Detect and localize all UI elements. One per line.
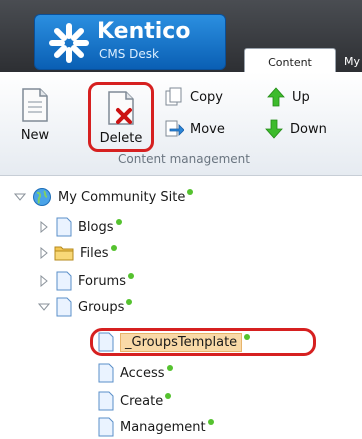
collapsed-arrow-icon[interactable] [38,247,50,259]
tree-item-groupstemplate[interactable]: _GroupsTemplate [98,331,251,353]
page-icon [56,297,72,317]
kentico-logo[interactable]: Kentico CMS Desk [34,14,226,70]
published-status-dot [115,219,122,225]
tree-root-node[interactable]: My Community Site [14,186,194,208]
move-button[interactable]: Move [164,118,225,140]
copy-button-label: Copy [190,89,223,105]
tree-item-label: Forums [78,273,126,289]
tree-item-files[interactable]: Files [38,242,117,264]
tree-item-label: Management [120,419,206,435]
tree-root-label: My Community Site [58,189,186,205]
move-icon [165,120,184,137]
published-status-dot [187,189,194,195]
tree-item-label: _GroupsTemplate [120,332,243,352]
folder-icon [54,246,74,261]
app-header: Kentico CMS Desk Content My [0,0,362,74]
tree-item-label: Create [120,393,164,409]
delete-button-label: Delete [99,131,143,146]
down-button[interactable]: Down [264,118,327,140]
page-icon [98,417,114,437]
published-status-dot [126,299,133,305]
up-button[interactable]: Up [266,86,310,108]
tab-my[interactable]: My [338,48,362,74]
copy-icon [165,87,182,106]
arrow-down-icon [265,119,283,139]
page-icon [56,217,72,237]
tree-item-blogs[interactable]: Blogs [38,216,122,238]
published-status-dot [244,334,251,340]
page-icon [98,363,114,383]
tree-item-groups[interactable]: Groups [38,296,133,318]
ribbon-toolbar: New Delete Copy Move Up Down Content man… [0,72,362,176]
page-icon [98,332,114,352]
new-page-icon [22,88,48,122]
page-icon [98,391,114,411]
tree-item-create[interactable]: Create [98,390,172,412]
logo-product: CMS Desk [99,47,159,61]
published-status-dot [165,393,172,399]
arrow-up-icon [267,87,285,107]
down-button-label: Down [290,121,327,137]
new-button-label: New [20,128,50,143]
collapsed-arrow-icon[interactable] [38,221,50,233]
tree-item-label: Groups [78,299,125,315]
copy-button[interactable]: Copy [164,86,223,108]
logo-brand: Kentico [97,19,191,44]
up-button-label: Up [292,89,310,105]
delete-button[interactable]: Delete [88,82,154,152]
delete-page-icon [108,91,134,125]
move-button-label: Move [190,121,225,137]
expanded-arrow-icon[interactable] [14,191,26,203]
tree-item-access[interactable]: Access [98,362,173,384]
globe-icon [33,188,51,206]
page-icon [56,271,72,291]
tab-content[interactable]: Content [244,48,336,74]
ribbon-group-label: Content management [118,152,250,166]
tree-item-label: Blogs [78,219,114,235]
published-status-dot [207,419,214,425]
published-status-dot [166,365,173,371]
published-status-dot [110,245,117,251]
tree-item-label: Files [80,245,109,261]
new-button[interactable]: New [12,88,58,143]
tree-item-management[interactable]: Management [98,416,214,438]
published-status-dot [128,273,134,279]
tree-item-forums[interactable]: Forums [38,270,134,292]
collapsed-arrow-icon[interactable] [38,275,50,287]
kentico-star-icon [49,23,89,63]
expanded-arrow-icon[interactable] [38,301,50,313]
tree-item-label: Access [120,365,165,381]
